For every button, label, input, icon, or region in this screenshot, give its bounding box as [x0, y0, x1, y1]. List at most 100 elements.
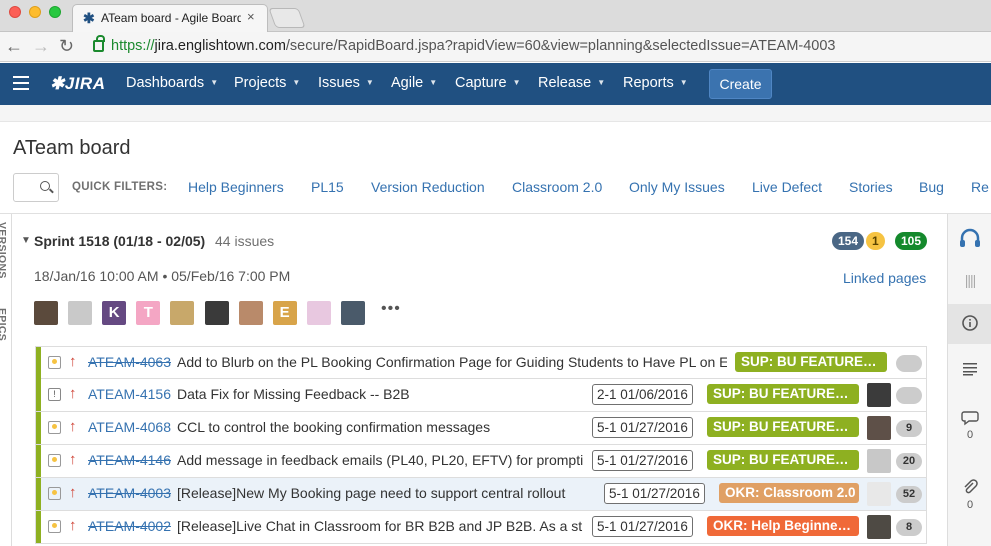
tab-close-icon[interactable]: × [247, 9, 255, 24]
epic-label[interactable]: SUP: BU FEATURE… [707, 417, 859, 437]
assignee-avatar[interactable] [867, 383, 891, 407]
estimate-badge [896, 387, 922, 404]
sprint-dates: 18/Jan/16 10:00 AM • 05/Feb/16 7:00 PM [34, 268, 291, 284]
fix-version-label: 5-1 01/27/2016 [592, 516, 693, 537]
comments-tab[interactable]: 0 [948, 410, 991, 441]
assignee-avatar[interactable]: E [272, 301, 297, 325]
menu-projects[interactable]: Projects ▼ [234, 75, 300, 91]
paperclip-icon [964, 479, 978, 494]
chevron-down-icon: ▼ [429, 78, 438, 87]
assignee-avatar[interactable] [867, 449, 891, 473]
priority-major-icon: ↑ [69, 385, 77, 402]
jira-logo[interactable]: ✱JIRA [50, 74, 105, 94]
epic-label[interactable]: OKR: Help Beginne… [707, 516, 859, 536]
assignee-avatar[interactable] [306, 301, 331, 325]
quick-filter-bug[interactable]: Bug [919, 179, 944, 195]
description-icon[interactable] [948, 362, 991, 379]
issue-summary: Add message in feedback emails (PL40, PL… [177, 452, 584, 468]
issue-row[interactable]: ↑ ATEAM-4068 CCL to control the booking co… [35, 412, 927, 445]
create-button[interactable]: Create [709, 69, 772, 99]
assignee-avatar[interactable] [867, 416, 891, 440]
fix-version-label: 5-1 01/27/2016 [604, 483, 705, 504]
divider [0, 213, 991, 214]
back-arrow-icon[interactable]: ← [5, 36, 23, 56]
versions-panel-toggle[interactable]: VERSIONS [0, 222, 8, 279]
assignee-avatar[interactable] [68, 301, 93, 325]
new-tab-button[interactable] [268, 8, 306, 28]
issue-summary: Add to Blurb on the PL Booking Confirmat… [177, 354, 727, 370]
quick-filter-help-beginners[interactable]: Help Beginners [188, 179, 284, 195]
issue-row[interactable]: ↑ ATEAM-4003 [Release]New My Booking page … [35, 478, 927, 511]
window-zoom-button[interactable] [49, 6, 61, 18]
story-type-icon [48, 520, 61, 533]
quick-filter-classroom-2-0[interactable]: Classroom 2.0 [512, 179, 602, 195]
issue-row[interactable]: ↑ ATEAM-4063 Add to Blurb on the PL Bookin… [35, 346, 927, 379]
browser-tab[interactable]: ✱ ATeam board - Agile Board × [72, 4, 268, 32]
menu-agile[interactable]: Agile ▼ [391, 75, 437, 91]
more-assignees-icon[interactable]: ••• [381, 300, 401, 318]
quick-filter-search[interactable] [13, 173, 59, 202]
url-field[interactable]: https://jira.englishtown.com/secure/Rapi… [111, 38, 836, 54]
comment-count: 0 [966, 429, 974, 441]
secure-lock-icon [93, 35, 105, 52]
quick-filter-only-my-issues[interactable]: Only My Issues [629, 179, 725, 195]
menu-reports[interactable]: Reports ▼ [623, 75, 688, 91]
window-minimize-button[interactable] [29, 6, 41, 18]
issue-key[interactable]: ATEAM-4003 [88, 485, 171, 501]
assignee-avatar[interactable] [170, 301, 195, 325]
epic-label[interactable]: OKR: Classroom 2.0 [719, 483, 859, 503]
assignee-avatar[interactable] [340, 301, 365, 325]
epics-panel-toggle[interactable]: EPICS [0, 308, 8, 341]
linked-pages-link[interactable]: Linked pages [843, 270, 926, 286]
issue-summary: Data Fix for Missing Feedback -- B2B [177, 386, 410, 402]
epic-label[interactable]: SUP: BU FEATURE… [707, 450, 859, 470]
headset-icon[interactable] [948, 226, 991, 255]
issue-key[interactable]: ATEAM-4063 [88, 354, 171, 370]
story-type-icon [48, 356, 61, 369]
issue-key[interactable]: ATEAM-4068 [88, 419, 171, 435]
issue-row[interactable]: ↑ ATEAM-4146 Add message in feedback email… [35, 445, 927, 478]
assignee-avatar[interactable]: K [102, 301, 127, 325]
menu-capture[interactable]: Capture ▼ [455, 75, 521, 91]
chevron-down-icon: ▼ [512, 78, 521, 87]
quick-filter-stories[interactable]: Stories [849, 179, 893, 195]
quick-filter-version-reduction[interactable]: Version Reduction [371, 179, 485, 195]
assignee-avatar[interactable] [204, 301, 229, 325]
forward-arrow-icon[interactable]: → [32, 36, 50, 56]
priority-major-icon: ↑ [69, 451, 77, 468]
assignee-avatar[interactable] [238, 301, 263, 325]
sprint-issue-count: 44 issues [215, 233, 275, 249]
sprint-collapse-chevron-icon[interactable]: ▼ [21, 235, 31, 246]
issue-row[interactable]: ↑ ATEAM-4002 [Release]Live Chat in Classro… [35, 511, 927, 544]
assignee-avatar[interactable] [867, 482, 891, 506]
chevron-down-icon: ▼ [597, 78, 606, 87]
quick-filter-pl15[interactable]: PL15 [311, 179, 344, 195]
issue-summary: [Release]New My Booking page need to sup… [177, 485, 566, 501]
quick-filter-live-defect[interactable]: Live Defect [752, 179, 822, 195]
assignee-avatar[interactable] [867, 515, 891, 539]
attachments-tab[interactable]: 0 [948, 478, 991, 511]
assignee-avatar[interactable]: T [136, 301, 161, 325]
menu-dashboards[interactable]: Dashboards ▼ [126, 75, 218, 91]
issue-key[interactable]: ATEAM-4156 [88, 386, 171, 402]
issue-row[interactable]: ! ↑ ATEAM-4156 Data Fix for Missing Feedbac… [35, 379, 927, 412]
issue-key[interactable]: ATEAM-4002 [88, 518, 171, 534]
menu-release[interactable]: Release ▼ [538, 75, 605, 91]
menu-label: Release [538, 75, 592, 91]
quick-filter-re[interactable]: Re [971, 179, 989, 195]
epic-color-bar [36, 347, 41, 379]
reload-icon[interactable]: ↻ [59, 36, 74, 56]
epic-label[interactable]: SUP: BU FEATURE… [735, 352, 887, 372]
drag-handle-icon[interactable]: |||| [948, 272, 991, 288]
app-switcher-icon[interactable] [13, 76, 29, 90]
issue-key[interactable]: ATEAM-4146 [88, 452, 171, 468]
menu-issues[interactable]: Issues ▼ [318, 75, 374, 91]
sprint-name[interactable]: Sprint 1518 (01/18 - 02/05) [34, 233, 205, 249]
details-tab[interactable] [948, 304, 991, 344]
epic-label[interactable]: SUP: BU FEATURE… [707, 384, 859, 404]
search-icon [40, 181, 50, 191]
assignee-avatar[interactable] [34, 301, 58, 325]
window-close-button[interactable] [9, 6, 21, 18]
address-bar: ← → ↻ https://jira.englishtown.com/secur… [0, 32, 991, 62]
fix-version-label: 5-1 01/27/2016 [592, 450, 693, 471]
